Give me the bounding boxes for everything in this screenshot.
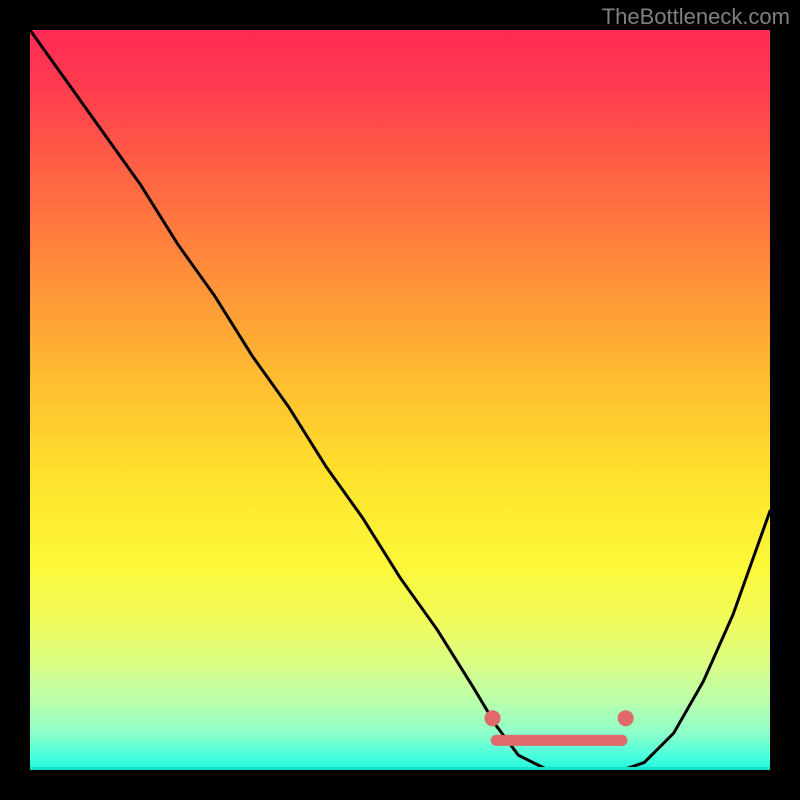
- bottleneck-curve-path: [30, 30, 770, 770]
- curve-marker-dot: [618, 710, 634, 726]
- curve-svg: [30, 30, 770, 770]
- plot-area: [30, 30, 770, 770]
- baseline-strip: [30, 767, 770, 770]
- chart-container: TheBottleneck.com: [0, 0, 800, 800]
- curve-marker-dot: [485, 710, 501, 726]
- watermark-text: TheBottleneck.com: [602, 4, 790, 30]
- curve-markers: [485, 710, 634, 726]
